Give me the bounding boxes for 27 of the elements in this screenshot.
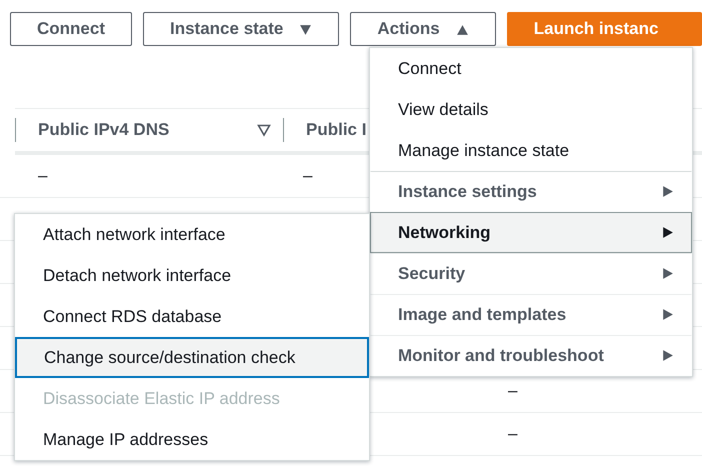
column-header[interactable]: Public IPv4 DNS	[38, 120, 170, 140]
submenu-arrow-icon	[661, 349, 674, 362]
menu-item[interactable]: Connect	[370, 48, 692, 89]
column-header[interactable]: Public I	[306, 120, 366, 140]
menu-item[interactable]: Security	[370, 253, 692, 294]
menu-item[interactable]: Networking	[370, 212, 692, 253]
table-cell: –	[508, 424, 518, 443]
menu-item[interactable]: View details	[370, 89, 692, 130]
dropdown-button[interactable]: Instance state	[143, 12, 340, 46]
menu-item[interactable]: Connect RDS database	[15, 296, 369, 337]
submenu-arrow-icon	[661, 185, 674, 198]
connect-button[interactable]: Connect	[10, 12, 132, 46]
submenu-arrow-icon	[661, 267, 674, 280]
menu-item[interactable]: Monitor and troubleshoot	[370, 335, 692, 376]
menu-item[interactable]: Attach network interface	[15, 214, 369, 255]
menu-item[interactable]: Image and templates	[370, 294, 692, 335]
dropdown-button[interactable]: Actions	[350, 12, 496, 46]
submenu-arrow-icon	[661, 226, 674, 239]
table-cell: –	[38, 166, 48, 185]
submenu-arrow-icon	[661, 308, 674, 321]
menu-item[interactable]: Detach network interface	[15, 255, 369, 296]
menu-item[interactable]: Manage instance state	[370, 130, 692, 171]
table-cell: –	[508, 381, 518, 400]
table-cell: –	[303, 166, 312, 185]
sort-icon[interactable]	[257, 123, 271, 137]
menu-item[interactable]: Change source/destination check	[15, 337, 369, 378]
menu-item[interactable]: Manage IP addresses	[15, 419, 369, 460]
